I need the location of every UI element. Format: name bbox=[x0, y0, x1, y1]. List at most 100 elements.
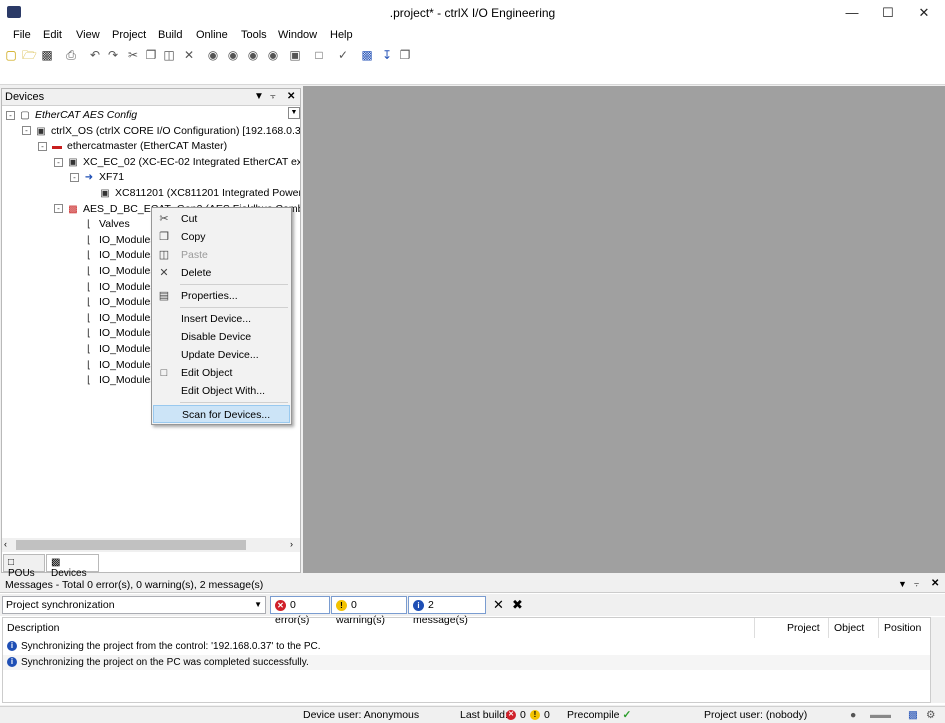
settings-icon[interactable]: ⚙ bbox=[926, 709, 935, 721]
download-icon[interactable]: ↧ bbox=[380, 48, 394, 62]
build-icon[interactable]: ✓ bbox=[336, 48, 350, 62]
menu-item-label: Paste bbox=[181, 249, 208, 261]
message-source-select[interactable]: Project synchronization ▼ bbox=[2, 596, 266, 614]
warnings-filter-button[interactable]: ! 0 warning(s) bbox=[331, 596, 407, 626]
column-project[interactable]: Project bbox=[783, 618, 829, 638]
menu-item-delete[interactable]: ✕ Delete bbox=[153, 264, 290, 282]
undo-icon[interactable]: ↶ bbox=[88, 48, 102, 62]
find-next-icon[interactable]: ◉ bbox=[226, 48, 240, 62]
tree-item[interactable]: - ▣ XC_EC_02 (XC-EC-02 Integrated EtherCAT… bbox=[54, 154, 300, 170]
tree-item[interactable]: ⌊ IO_Modules_ bbox=[70, 232, 161, 248]
tree-item[interactable]: - ➜ XF71 bbox=[70, 169, 124, 185]
message-text: Synchronizing the project on the PC was … bbox=[21, 657, 309, 668]
login-icon[interactable]: ▩ bbox=[360, 48, 374, 62]
menu-item-scan-for-devices[interactable]: Scan for Devices... bbox=[153, 405, 290, 423]
collapse-icon[interactable]: - bbox=[22, 126, 31, 136]
menu-item-properties[interactable]: ▤ Properties... bbox=[153, 287, 290, 305]
messages-pin-icon[interactable]: ⍪ bbox=[914, 579, 919, 590]
minimize-icon[interactable]: — bbox=[836, 2, 868, 24]
maximize-icon[interactable]: ☐ bbox=[872, 2, 904, 24]
new-project-icon[interactable]: ▢ bbox=[4, 48, 18, 62]
tab-devices[interactable]: ▩ Devices bbox=[46, 554, 99, 579]
menu-online[interactable]: Online bbox=[196, 29, 228, 41]
find-icon[interactable]: ◉ bbox=[206, 48, 220, 62]
tree-dropdown-icon[interactable]: ▼ bbox=[288, 107, 300, 119]
tree-item[interactable]: ⌊ IO_Modules_ bbox=[70, 247, 161, 263]
horizontal-scrollbar[interactable]: ‹ › bbox=[2, 538, 300, 552]
tree-item[interactable]: ⌊ IO_Modules_ bbox=[70, 372, 161, 388]
tree-item[interactable]: ⌊ IO_Modules_ bbox=[70, 341, 161, 357]
menu-item-cut[interactable]: ✂ Cut bbox=[153, 210, 290, 228]
menu-tools[interactable]: Tools bbox=[241, 29, 267, 41]
find-previous-icon[interactable]: ◉ bbox=[246, 48, 260, 62]
delete-icon[interactable]: ✕ bbox=[182, 48, 196, 62]
tree-item[interactable]: - ▣ ctrlX_OS (ctrlX CORE I/O Configuration… bbox=[22, 123, 300, 139]
collapse-icon[interactable]: - bbox=[54, 157, 63, 167]
menu-view[interactable]: View bbox=[76, 29, 100, 41]
tree-item[interactable]: ⌊ Valves bbox=[70, 216, 130, 232]
menu-file[interactable]: File bbox=[13, 29, 31, 41]
messages-filter-button[interactable]: i2 message(s) bbox=[408, 596, 486, 626]
scroll-right-icon[interactable]: › bbox=[290, 539, 293, 549]
replace-icon[interactable]: ◉ bbox=[266, 48, 280, 62]
scroll-left-icon[interactable]: ‹ bbox=[4, 539, 7, 549]
messages-dropdown-icon[interactable]: ▼ bbox=[898, 579, 907, 589]
clear-messages-icon[interactable]: ✕ bbox=[493, 597, 504, 613]
open-folder-icon[interactable]: 🗁 bbox=[22, 48, 37, 62]
save-icon[interactable]: ▩ bbox=[40, 48, 54, 62]
column-description[interactable]: Description bbox=[3, 618, 755, 638]
menu-window[interactable]: Window bbox=[278, 29, 317, 41]
object-icon[interactable]: ▣ bbox=[288, 48, 302, 62]
tree-item[interactable]: - ▬ ethercatmaster (EtherCAT Master) bbox=[38, 138, 227, 154]
messages-header: Messages - Total 0 error(s), 0 warning(s… bbox=[0, 577, 945, 593]
tree-item[interactable]: ⌊ IO_Modules_ bbox=[70, 325, 161, 341]
info-icon: i bbox=[413, 599, 424, 611]
menu-item-disable-device[interactable]: Disable Device bbox=[153, 328, 290, 346]
window-icon[interactable]: ❐ bbox=[398, 48, 412, 62]
collapse-icon[interactable]: - bbox=[6, 110, 15, 120]
redo-icon[interactable]: ↷ bbox=[106, 48, 120, 62]
messages-vertical-scrollbar[interactable] bbox=[931, 617, 945, 703]
collapse-icon[interactable]: - bbox=[38, 141, 47, 151]
device-icon[interactable]: ▩ bbox=[908, 709, 918, 721]
tree-item[interactable]: ⌊ IO_Modules_ bbox=[70, 310, 161, 326]
toolbar: ▢ 🗁 ▩ ⎙ ↶ ↷ ✂ ❐ ◫ ✕ ◉ ◉ ◉ ◉ ▣ □ ✓ ▩ ↧ ❐ bbox=[0, 45, 945, 67]
errors-filter-button[interactable]: ✕ 0 error(s) bbox=[270, 596, 330, 626]
tree-item[interactable]: ▣ XC811201 (XC811201 Integrated Power fee… bbox=[86, 185, 300, 201]
tree-item[interactable]: ⌊ IO_Modules_ bbox=[70, 279, 161, 295]
print-icon[interactable]: ⎙ bbox=[64, 48, 78, 62]
table-row[interactable]: i Synchronizing the project from the cont… bbox=[3, 639, 930, 654]
shield-icon[interactable]: ● bbox=[850, 709, 856, 721]
column-object[interactable]: Object bbox=[830, 618, 879, 638]
copy-icon[interactable]: ❐ bbox=[144, 48, 158, 62]
paste-icon[interactable]: ◫ bbox=[162, 48, 176, 62]
menu-item-label: Copy bbox=[181, 231, 206, 243]
menu-help[interactable]: Help bbox=[330, 29, 353, 41]
device-node-icon: ▩ bbox=[68, 203, 78, 215]
menu-build[interactable]: Build bbox=[158, 29, 182, 41]
collapse-icon[interactable]: - bbox=[54, 204, 63, 214]
menu-project[interactable]: Project bbox=[112, 29, 146, 41]
tab-pous[interactable]: □ POUs bbox=[3, 554, 45, 579]
tree-item[interactable]: - ▢ EtherCAT AES Config bbox=[6, 107, 137, 123]
clear-all-messages-icon[interactable]: ✖ bbox=[512, 597, 523, 613]
cut-icon[interactable]: ✂ bbox=[126, 48, 140, 62]
tree-item[interactable]: ⌊ IO_Modules_ bbox=[70, 357, 161, 373]
table-row[interactable]: i Synchronizing the project on the PC was… bbox=[3, 655, 930, 670]
scrollbar-thumb[interactable] bbox=[16, 540, 246, 550]
menu-item-edit-object[interactable]: □ Edit Object bbox=[153, 364, 290, 382]
column-position[interactable]: Position bbox=[880, 618, 932, 638]
close-icon[interactable]: ✕ bbox=[908, 2, 940, 24]
menu-item-insert-device[interactable]: Insert Device... bbox=[153, 310, 290, 328]
menu-item-copy[interactable]: ❐ Copy bbox=[153, 228, 290, 246]
menu-item-update-device[interactable]: Update Device... bbox=[153, 346, 290, 364]
menu-edit[interactable]: Edit bbox=[43, 29, 62, 41]
menu-item-paste[interactable]: ◫ Paste bbox=[153, 246, 290, 264]
menu-item-edit-object-with[interactable]: Edit Object With... bbox=[153, 382, 290, 400]
collapse-icon[interactable]: - bbox=[70, 173, 79, 183]
tree-item[interactable]: ⌊ IO_Modules_ bbox=[70, 263, 161, 279]
messages-close-icon[interactable]: ✕ bbox=[931, 578, 939, 589]
connection-icon[interactable]: ▬▬ bbox=[870, 709, 891, 721]
tree-item[interactable]: ⌊ IO_Modules_ bbox=[70, 294, 161, 310]
insert-object-icon[interactable]: □ bbox=[312, 48, 326, 62]
